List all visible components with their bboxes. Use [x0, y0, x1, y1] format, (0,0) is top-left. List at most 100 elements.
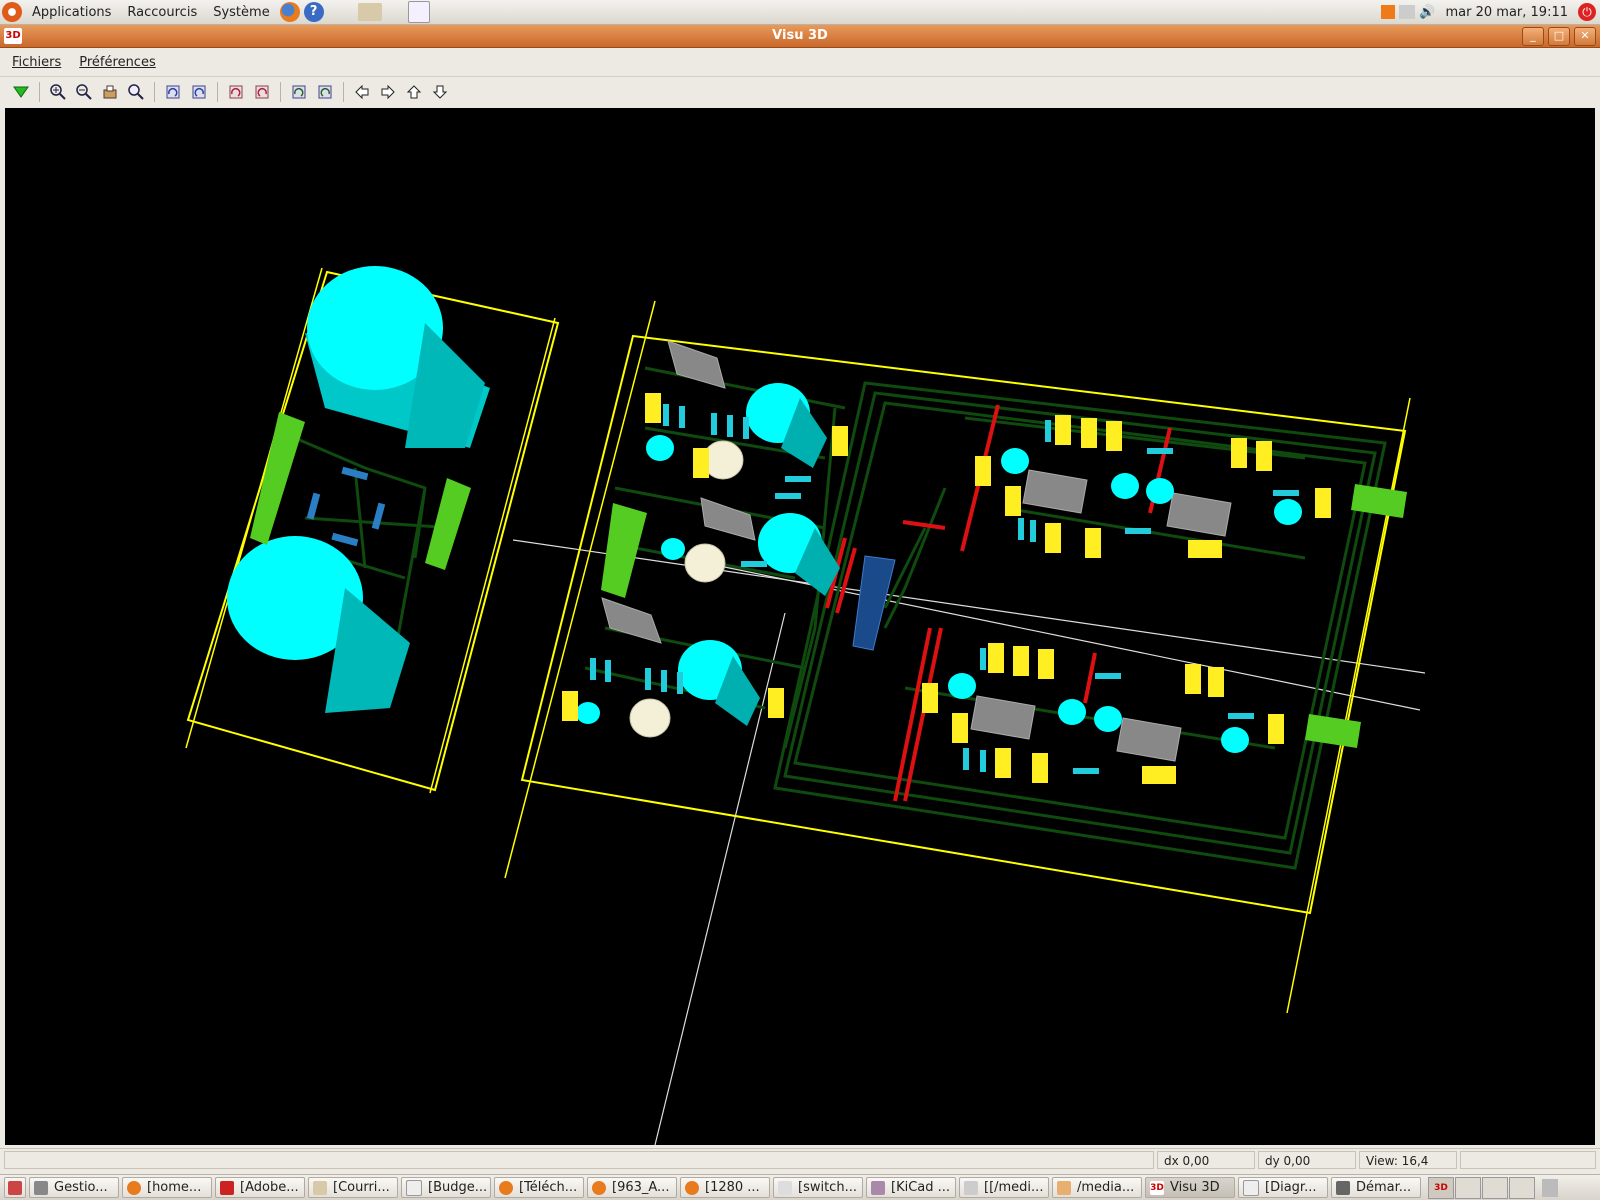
gnome-top-panel: Applications Raccourcis Système ? 🔊 mar … [0, 0, 1600, 25]
file-manager-icon [34, 1180, 48, 1195]
task-item[interactable]: [1280 ... [680, 1177, 770, 1198]
firefox-icon [127, 1180, 141, 1195]
task-item[interactable]: [Diagr... [1238, 1177, 1328, 1198]
task-item[interactable]: [Adobe... [215, 1177, 305, 1198]
rotate-y-neg-icon[interactable] [223, 80, 249, 104]
fichiers-menu[interactable]: Fichiers [6, 55, 67, 70]
minimize-button[interactable]: _ [1522, 27, 1544, 46]
power-icon[interactable]: ⏻ [1578, 3, 1596, 21]
power-board [185, 266, 560, 794]
statusbar: dx 0,00 dy 0,00 View: 16,4 [0, 1148, 1600, 1171]
task-label: [Adobe... [240, 1180, 299, 1195]
text-editor-icon [1057, 1180, 1071, 1195]
firefox-icon[interactable] [279, 2, 300, 22]
help-icon[interactable]: ? [303, 2, 324, 22]
workspace-1[interactable]: 3D [1428, 1176, 1454, 1199]
clock[interactable]: mar 20 mar, 19:11 [1446, 5, 1568, 20]
rotate-z-pos-icon[interactable] [312, 80, 338, 104]
update-icon[interactable] [1381, 5, 1396, 19]
task-label: [Diagr... [1265, 1180, 1317, 1195]
trash-icon[interactable] [1542, 1178, 1558, 1197]
task-label: Visu 3D [1170, 1180, 1220, 1195]
visu3d-icon: 3D [1150, 1180, 1164, 1195]
separator [280, 82, 281, 102]
separator [217, 82, 218, 102]
scope-icon[interactable] [407, 1, 430, 23]
terminal-icon [778, 1180, 792, 1195]
show-desktop-button[interactable] [4, 1177, 26, 1198]
file-icon [964, 1180, 978, 1195]
task-label: [Téléch... [519, 1180, 578, 1195]
zoom-fit-icon[interactable] [123, 80, 149, 104]
workspace-4[interactable] [1509, 1176, 1535, 1199]
document-icon [406, 1179, 422, 1196]
task-item[interactable]: Démar... [1331, 1177, 1421, 1198]
rotate-x-neg-icon[interactable] [160, 80, 186, 104]
mail-icon[interactable] [357, 3, 382, 21]
printer-icon[interactable] [1399, 5, 1416, 19]
maximize-button[interactable]: □ [1548, 27, 1570, 46]
status-main [4, 1151, 1154, 1169]
kicad-icon [871, 1180, 885, 1195]
pan-down-icon[interactable] [427, 80, 453, 104]
status-dy: dy 0,00 [1258, 1151, 1356, 1169]
task-item[interactable]: /media... [1052, 1177, 1142, 1198]
firefox-icon [499, 1180, 513, 1195]
zoom-out-icon[interactable] [71, 80, 97, 104]
amplifier-board [504, 300, 1411, 1014]
task-label: [home... [147, 1180, 202, 1195]
task-label: [switch... [798, 1180, 857, 1195]
task-item[interactable]: [Téléch... [494, 1177, 584, 1198]
pan-right-icon[interactable] [375, 80, 401, 104]
gnome-bottom-panel: Gestio... [home... [Adobe... [Courri... … [0, 1174, 1600, 1200]
rotate-y-pos-icon[interactable] [249, 80, 275, 104]
workspace-2[interactable] [1455, 1176, 1481, 1199]
workspace-3[interactable] [1482, 1176, 1508, 1199]
pcb-render[interactable] [5, 108, 1595, 1145]
reload-icon[interactable] [8, 80, 34, 104]
task-label: /media... [1077, 1180, 1135, 1195]
task-item[interactable]: [Budge... [401, 1177, 491, 1198]
desktop-icon [8, 1180, 22, 1195]
close-button[interactable]: ✕ [1574, 27, 1596, 46]
rotate-z-neg-icon[interactable] [286, 80, 312, 104]
window-title: Visu 3D [772, 28, 828, 43]
zoom-in-icon[interactable] [45, 80, 71, 104]
task-item[interactable]: [switch... [773, 1177, 863, 1198]
window-titlebar: 3D Visu 3D _ □ ✕ [0, 25, 1600, 48]
task-item[interactable]: [Courri... [308, 1177, 398, 1198]
task-label: [963_A... [612, 1180, 670, 1195]
adobe-icon [220, 1180, 234, 1195]
separator [39, 82, 40, 102]
task-item[interactable]: [home... [122, 1177, 212, 1198]
task-label: [KiCad ... [891, 1180, 951, 1195]
task-label: [Budge... [428, 1180, 488, 1195]
mail-icon [313, 1180, 327, 1195]
status-view: View: 16,4 [1359, 1151, 1457, 1169]
camera-icon [1336, 1180, 1350, 1195]
toolbar [0, 77, 1600, 107]
task-item[interactable]: Gestio... [29, 1177, 119, 1198]
pan-up-icon[interactable] [401, 80, 427, 104]
ubuntu-logo-icon[interactable] [2, 2, 22, 22]
redraw-icon[interactable] [97, 80, 123, 104]
systeme-menu[interactable]: Système [205, 5, 277, 20]
task-label: [Courri... [333, 1180, 390, 1195]
firefox-icon [592, 1180, 606, 1195]
task-item[interactable]: [963_A... [587, 1177, 677, 1198]
volume-icon[interactable]: 🔊 [1419, 5, 1435, 20]
task-item[interactable]: [KiCad ... [866, 1177, 956, 1198]
preferences-menu[interactable]: Préférences [73, 55, 161, 70]
pan-left-icon[interactable] [349, 80, 375, 104]
3d-viewport[interactable] [5, 108, 1595, 1145]
task-label: Démar... [1356, 1180, 1412, 1195]
separator [154, 82, 155, 102]
applications-menu[interactable]: Applications [24, 5, 119, 20]
document-icon [1243, 1179, 1259, 1196]
task-item-active[interactable]: 3D Visu 3D [1145, 1177, 1235, 1198]
rotate-x-pos-icon[interactable] [186, 80, 212, 104]
workspace-switcher[interactable]: 3D [1428, 1176, 1535, 1199]
x-axis [512, 539, 1426, 674]
raccourcis-menu[interactable]: Raccourcis [119, 5, 205, 20]
task-item[interactable]: [[/medi... [959, 1177, 1049, 1198]
